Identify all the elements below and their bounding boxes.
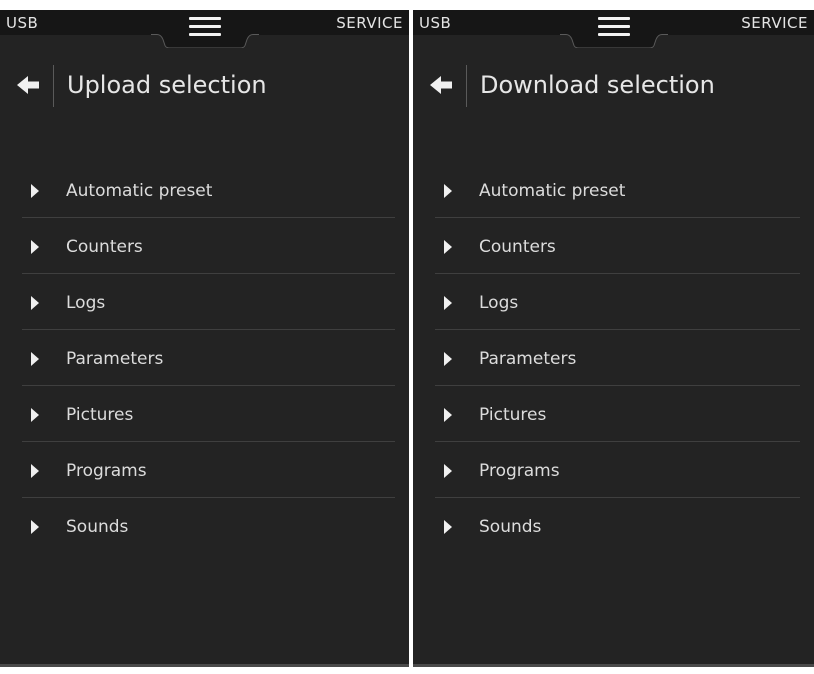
list-item-label: Sounds — [66, 517, 129, 537]
list-item-pictures[interactable]: Pictures — [0, 386, 409, 442]
triangle-right-icon — [444, 520, 452, 534]
hamburger-menu-icon[interactable] — [597, 17, 630, 37]
page-header: Download selection — [413, 62, 814, 110]
list-item-label: Sounds — [479, 517, 542, 537]
list-item-automatic-preset[interactable]: Automatic preset — [0, 162, 409, 218]
triangle-right-icon — [444, 464, 452, 478]
list-item-parameters[interactable]: Parameters — [413, 330, 814, 386]
list-item-counters[interactable]: Counters — [413, 218, 814, 274]
triangle-right-icon — [31, 520, 39, 534]
triangle-right-icon — [31, 184, 39, 198]
list-item-pictures[interactable]: Pictures — [413, 386, 814, 442]
triangle-right-icon — [31, 296, 39, 310]
menu-tab[interactable] — [150, 10, 259, 48]
selection-list: Automatic preset Counters Logs Parameter… — [413, 162, 814, 554]
list-item-label: Parameters — [66, 349, 164, 369]
list-item-parameters[interactable]: Parameters — [0, 330, 409, 386]
bottom-bar — [413, 664, 814, 667]
triangle-right-icon — [444, 240, 452, 254]
list-item-label: Logs — [66, 293, 106, 313]
triangle-right-icon — [444, 408, 452, 422]
triangle-right-icon — [31, 352, 39, 366]
page-title: Upload selection — [67, 71, 267, 99]
list-item-label: Automatic preset — [66, 181, 213, 201]
arrow-left-icon[interactable] — [430, 72, 460, 98]
header-divider — [466, 65, 467, 107]
list-item-automatic-preset[interactable]: Automatic preset — [413, 162, 814, 218]
list-item-label: Programs — [479, 461, 560, 481]
list-item-label: Programs — [66, 461, 147, 481]
triangle-right-icon — [444, 184, 452, 198]
list-item-counters[interactable]: Counters — [0, 218, 409, 274]
usb-label[interactable]: USB — [419, 14, 451, 32]
triangle-right-icon — [444, 352, 452, 366]
list-item-sounds[interactable]: Sounds — [0, 498, 409, 554]
header-divider — [53, 65, 54, 107]
list-item-programs[interactable]: Programs — [0, 442, 409, 498]
list-item-logs[interactable]: Logs — [413, 274, 814, 330]
menu-tab[interactable] — [559, 10, 668, 48]
page-title: Download selection — [480, 71, 715, 99]
selection-list: Automatic preset Counters Logs Parameter… — [0, 162, 409, 554]
list-item-label: Pictures — [66, 405, 134, 425]
triangle-right-icon — [31, 240, 39, 254]
list-item-label: Parameters — [479, 349, 577, 369]
page-header: Upload selection — [0, 62, 409, 110]
triangle-right-icon — [31, 464, 39, 478]
upload-screen: USB SERVICE Upload selection Automatic p… — [0, 10, 409, 667]
service-label[interactable]: SERVICE — [741, 14, 808, 32]
download-screen: USB SERVICE Download selection Automatic… — [413, 10, 814, 667]
list-item-programs[interactable]: Programs — [413, 442, 814, 498]
list-item-label: Counters — [66, 237, 143, 257]
list-item-label: Logs — [479, 293, 519, 313]
list-item-sounds[interactable]: Sounds — [413, 498, 814, 554]
list-item-label: Automatic preset — [479, 181, 626, 201]
list-item-logs[interactable]: Logs — [0, 274, 409, 330]
hamburger-menu-icon[interactable] — [188, 17, 221, 37]
service-label[interactable]: SERVICE — [336, 14, 403, 32]
list-item-label: Pictures — [479, 405, 547, 425]
triangle-right-icon — [31, 408, 39, 422]
usb-label[interactable]: USB — [6, 14, 38, 32]
bottom-bar — [0, 664, 409, 667]
arrow-left-icon[interactable] — [17, 72, 47, 98]
list-item-label: Counters — [479, 237, 556, 257]
triangle-right-icon — [444, 296, 452, 310]
